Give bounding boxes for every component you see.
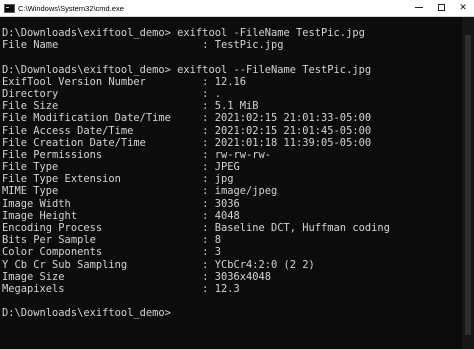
console-line: Bits Per Sample : 8: [2, 234, 221, 247]
console-line: File Access Date/Time : 2021:02:15 21:01…: [2, 124, 372, 137]
console-line: File Name : TestPic.jpg: [2, 39, 284, 52]
vertical-scrollbar[interactable]: [462, 17, 474, 349]
console-line: Image Height : 4048: [2, 209, 240, 222]
console-line: Image Size : 3036x4048: [2, 270, 271, 283]
close-icon[interactable]: ✕: [452, 0, 474, 16]
console-app-icon: [4, 3, 15, 13]
console-line: File Type Extension : jpg: [2, 173, 234, 186]
title-bar[interactable]: C:\Windows\System32\cmd.exe ✕: [0, 0, 474, 17]
maximize-icon[interactable]: [430, 0, 452, 16]
console-line: Color Components : 3: [2, 246, 221, 259]
window-title: C:\Windows\System32\cmd.exe: [18, 3, 124, 13]
console-line: D:\Downloads\exiftool_demo> exiftool -Fi…: [2, 27, 365, 39]
console-line: D:\Downloads\exiftool_demo>: [2, 307, 171, 320]
window-controls: ✕: [408, 0, 474, 17]
cmd-window: C:\Windows\System32\cmd.exe ✕ D:\Downloa…: [0, 0, 474, 349]
console-line: File Type : JPEG: [2, 161, 240, 174]
console-line: File Modification Date/Time : 2021:02:15…: [2, 112, 372, 125]
console-output[interactable]: D:\Downloads\exiftool_demo> exiftool -Fi…: [2, 27, 460, 349]
console-line: File Permissions : rw-rw-rw-: [2, 148, 271, 161]
console-line: File Creation Date/Time : 2021:01:18 11:…: [2, 136, 372, 149]
minimize-icon[interactable]: [408, 0, 430, 16]
console-line: File Size : 5.1 MiB: [2, 100, 259, 113]
console-line: Image Width : 3036: [2, 197, 240, 210]
console-line: Megapixels : 12.3: [2, 282, 240, 295]
scrollbar-thumb[interactable]: [465, 35, 471, 335]
console-line: Y Cb Cr Sub Sampling : YCbCr4:2:0 (2 2): [2, 258, 315, 271]
console-line: Directory : .: [2, 87, 221, 100]
console-line: D:\Downloads\exiftool_demo> exiftool --F…: [2, 63, 372, 76]
console-line: Encoding Process : Baseline DCT, Huffman…: [2, 222, 390, 234]
console-line: ExifTool Version Number : 12.16: [2, 75, 246, 88]
console-line: MIME Type : image/jpeg: [2, 185, 278, 198]
